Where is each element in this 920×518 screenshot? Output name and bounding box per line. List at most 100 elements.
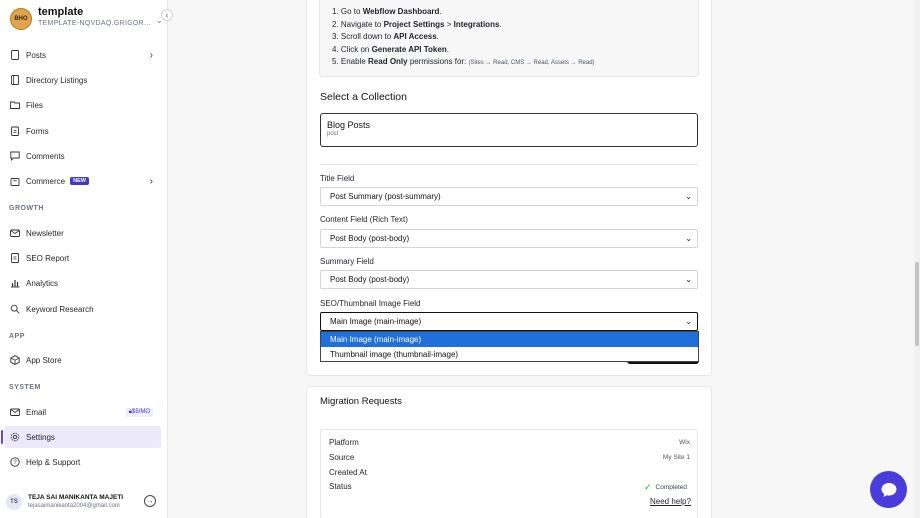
sidebar-item-label: Comments bbox=[26, 151, 65, 161]
sidebar-item-commerce[interactable]: Commerce NEW › bbox=[4, 170, 161, 192]
section-system: SYSTEM bbox=[9, 384, 41, 391]
user-name: TEJA SAI MANIKANTA MAJETI bbox=[28, 494, 124, 501]
sidebar-item-label: Keyword Research bbox=[26, 304, 94, 314]
new-badge: NEW bbox=[70, 177, 89, 185]
chat-bubble-icon bbox=[10, 151, 20, 161]
collection-card[interactable]: Blog Posts post bbox=[320, 113, 698, 147]
image-field-label: SEO/Thumbnail Image Field bbox=[320, 299, 421, 308]
sidebar-item-appstore[interactable]: App Store bbox=[4, 349, 161, 371]
step-text: . bbox=[439, 7, 442, 16]
chat-launcher-button[interactable] bbox=[870, 471, 907, 508]
sidebar-item-comments[interactable]: Comments bbox=[4, 145, 161, 167]
logout-icon[interactable]: → bbox=[144, 495, 156, 507]
select-value: Post Body (post-body) bbox=[330, 275, 410, 284]
status-badge: ✓ Completed bbox=[644, 482, 687, 493]
collection-slug: post bbox=[327, 131, 339, 137]
sidebar-item-label: Analytics bbox=[26, 278, 59, 288]
title-field-label: Title Field bbox=[320, 174, 355, 183]
chevron-down-icon: ⌄ bbox=[685, 234, 692, 243]
help-circle-icon: ? bbox=[10, 457, 20, 467]
workspace-subtitle: TEMPLATE-NQVDAQ.GRIGOR... bbox=[38, 20, 151, 27]
step-text: 5. Enable bbox=[332, 57, 369, 66]
sidebar-item-newsletter[interactable]: Newsletter bbox=[4, 222, 161, 244]
search-icon bbox=[10, 304, 20, 314]
summary-field-select[interactable]: Post Body (post-body) ⌄ bbox=[320, 270, 698, 289]
chevron-down-icon: ⌄ bbox=[685, 317, 692, 326]
mail-icon bbox=[10, 228, 20, 238]
step-2: 2. Navigate to Project Settings > Integr… bbox=[332, 19, 686, 32]
sidebar-item-label: Directory Listings bbox=[26, 75, 88, 85]
dropdown-option[interactable]: Main Image (main-image) bbox=[321, 332, 698, 347]
check-icon: ✓ bbox=[644, 482, 652, 492]
avatar: TS bbox=[6, 494, 22, 510]
created-label: Created At bbox=[329, 468, 367, 477]
sidebar-item-label: Forms bbox=[26, 126, 49, 136]
scrollbar-thumb[interactable] bbox=[915, 262, 919, 346]
sidebar-item-settings[interactable]: Settings bbox=[1, 426, 161, 448]
chat-icon bbox=[881, 482, 896, 497]
sidebar-item-label: Settings bbox=[26, 432, 55, 442]
image-field-select[interactable]: Main Image (main-image) ⌄ bbox=[320, 312, 698, 331]
step-bold: Project Settings bbox=[383, 19, 445, 29]
sidebar-item-forms[interactable]: Forms bbox=[4, 120, 161, 142]
workspace-logo: BHO bbox=[10, 8, 32, 30]
sidebar-item-label: Commerce bbox=[26, 176, 66, 186]
summary-field-label: Summary Field bbox=[320, 257, 374, 266]
step-text: . bbox=[499, 19, 502, 29]
clipboard-icon bbox=[10, 126, 20, 136]
title-field-select[interactable]: Post Summary (post-summary) ⌄ bbox=[320, 187, 698, 206]
sidebar-item-files[interactable]: Files bbox=[4, 94, 161, 116]
book-icon bbox=[10, 75, 20, 85]
document-icon bbox=[10, 50, 20, 60]
divider bbox=[320, 164, 698, 165]
sidebar-item-label: Newsletter bbox=[26, 228, 64, 238]
workspace-title: template bbox=[38, 6, 84, 18]
step-bold: Webflow Dashboard bbox=[362, 7, 440, 16]
step-text: 2. Navigate to bbox=[332, 19, 384, 29]
migration-title: Migration Requests bbox=[320, 396, 402, 407]
step-bold: Integrations bbox=[453, 19, 500, 29]
user-email: tejasaimanikanta2004@gmail.com bbox=[28, 503, 120, 509]
select-value: Post Body (post-body) bbox=[330, 234, 410, 243]
sidebar-item-label: SEO Report bbox=[26, 253, 70, 263]
dropdown-option[interactable]: Thumbnail image (thumbnail-image) bbox=[321, 347, 698, 362]
step-4: 4. Click on Generate API Token. bbox=[332, 44, 686, 57]
collapse-sidebar-button[interactable]: ‹ bbox=[161, 9, 173, 21]
sidebar-item-help[interactable]: ? Help & Support bbox=[4, 451, 161, 473]
sidebar-item-label: Help & Support bbox=[26, 457, 81, 467]
status-text: Completed bbox=[655, 484, 687, 491]
sidebar-item-label: Files bbox=[26, 100, 43, 110]
workspace-switcher[interactable]: BHO template TEMPLATE-NQVDAQ.GRIGOR... ⌄ bbox=[10, 6, 163, 32]
sidebar: BHO template TEMPLATE-NQVDAQ.GRIGOR... ⌄… bbox=[0, 0, 168, 518]
select-value: Main Image (main-image) bbox=[330, 317, 422, 326]
step-text: . bbox=[446, 44, 449, 54]
scrollbar-track[interactable] bbox=[914, 0, 920, 518]
content-field-select[interactable]: Post Body (post-body) ⌄ bbox=[320, 229, 698, 248]
sidebar-item-seo[interactable]: SEO Report bbox=[4, 247, 161, 269]
source-label: Source bbox=[329, 453, 355, 462]
platform-label: Platform bbox=[329, 438, 359, 447]
step-text: 1. Go to bbox=[332, 7, 363, 16]
sidebar-item-email[interactable]: Email 🔒︎$5/MO bbox=[4, 401, 161, 423]
svg-text:?: ? bbox=[13, 460, 17, 466]
sidebar-item-directory[interactable]: Directory Listings bbox=[4, 69, 161, 91]
bar-chart-icon bbox=[10, 278, 20, 288]
chevron-down-icon: ⌄ bbox=[685, 275, 692, 284]
platform-value: Wix bbox=[679, 439, 690, 446]
user-profile[interactable]: TS TEJA SAI MANIKANTA MAJETI tejasaimani… bbox=[6, 492, 162, 514]
cube-icon bbox=[10, 355, 20, 365]
sidebar-item-posts[interactable]: Posts › bbox=[4, 44, 161, 66]
need-help-link[interactable]: Need help? bbox=[650, 497, 691, 506]
mail-icon bbox=[10, 407, 20, 417]
sidebar-item-analytics[interactable]: Analytics bbox=[4, 272, 161, 294]
report-icon bbox=[10, 253, 20, 263]
status-label: Status bbox=[329, 482, 352, 491]
step-text: 3. Scroll down to bbox=[332, 32, 394, 41]
price-badge: 🔒︎$5/MO bbox=[125, 407, 153, 417]
step-bold: API Access bbox=[393, 32, 437, 41]
step-text: . bbox=[436, 32, 439, 41]
chevron-down-icon: ⌄ bbox=[685, 192, 692, 201]
step-5: 5. Enable Read Only permissions for: (Si… bbox=[332, 56, 686, 69]
section-app: APP bbox=[9, 333, 25, 340]
sidebar-item-keyword[interactable]: Keyword Research bbox=[4, 298, 161, 320]
